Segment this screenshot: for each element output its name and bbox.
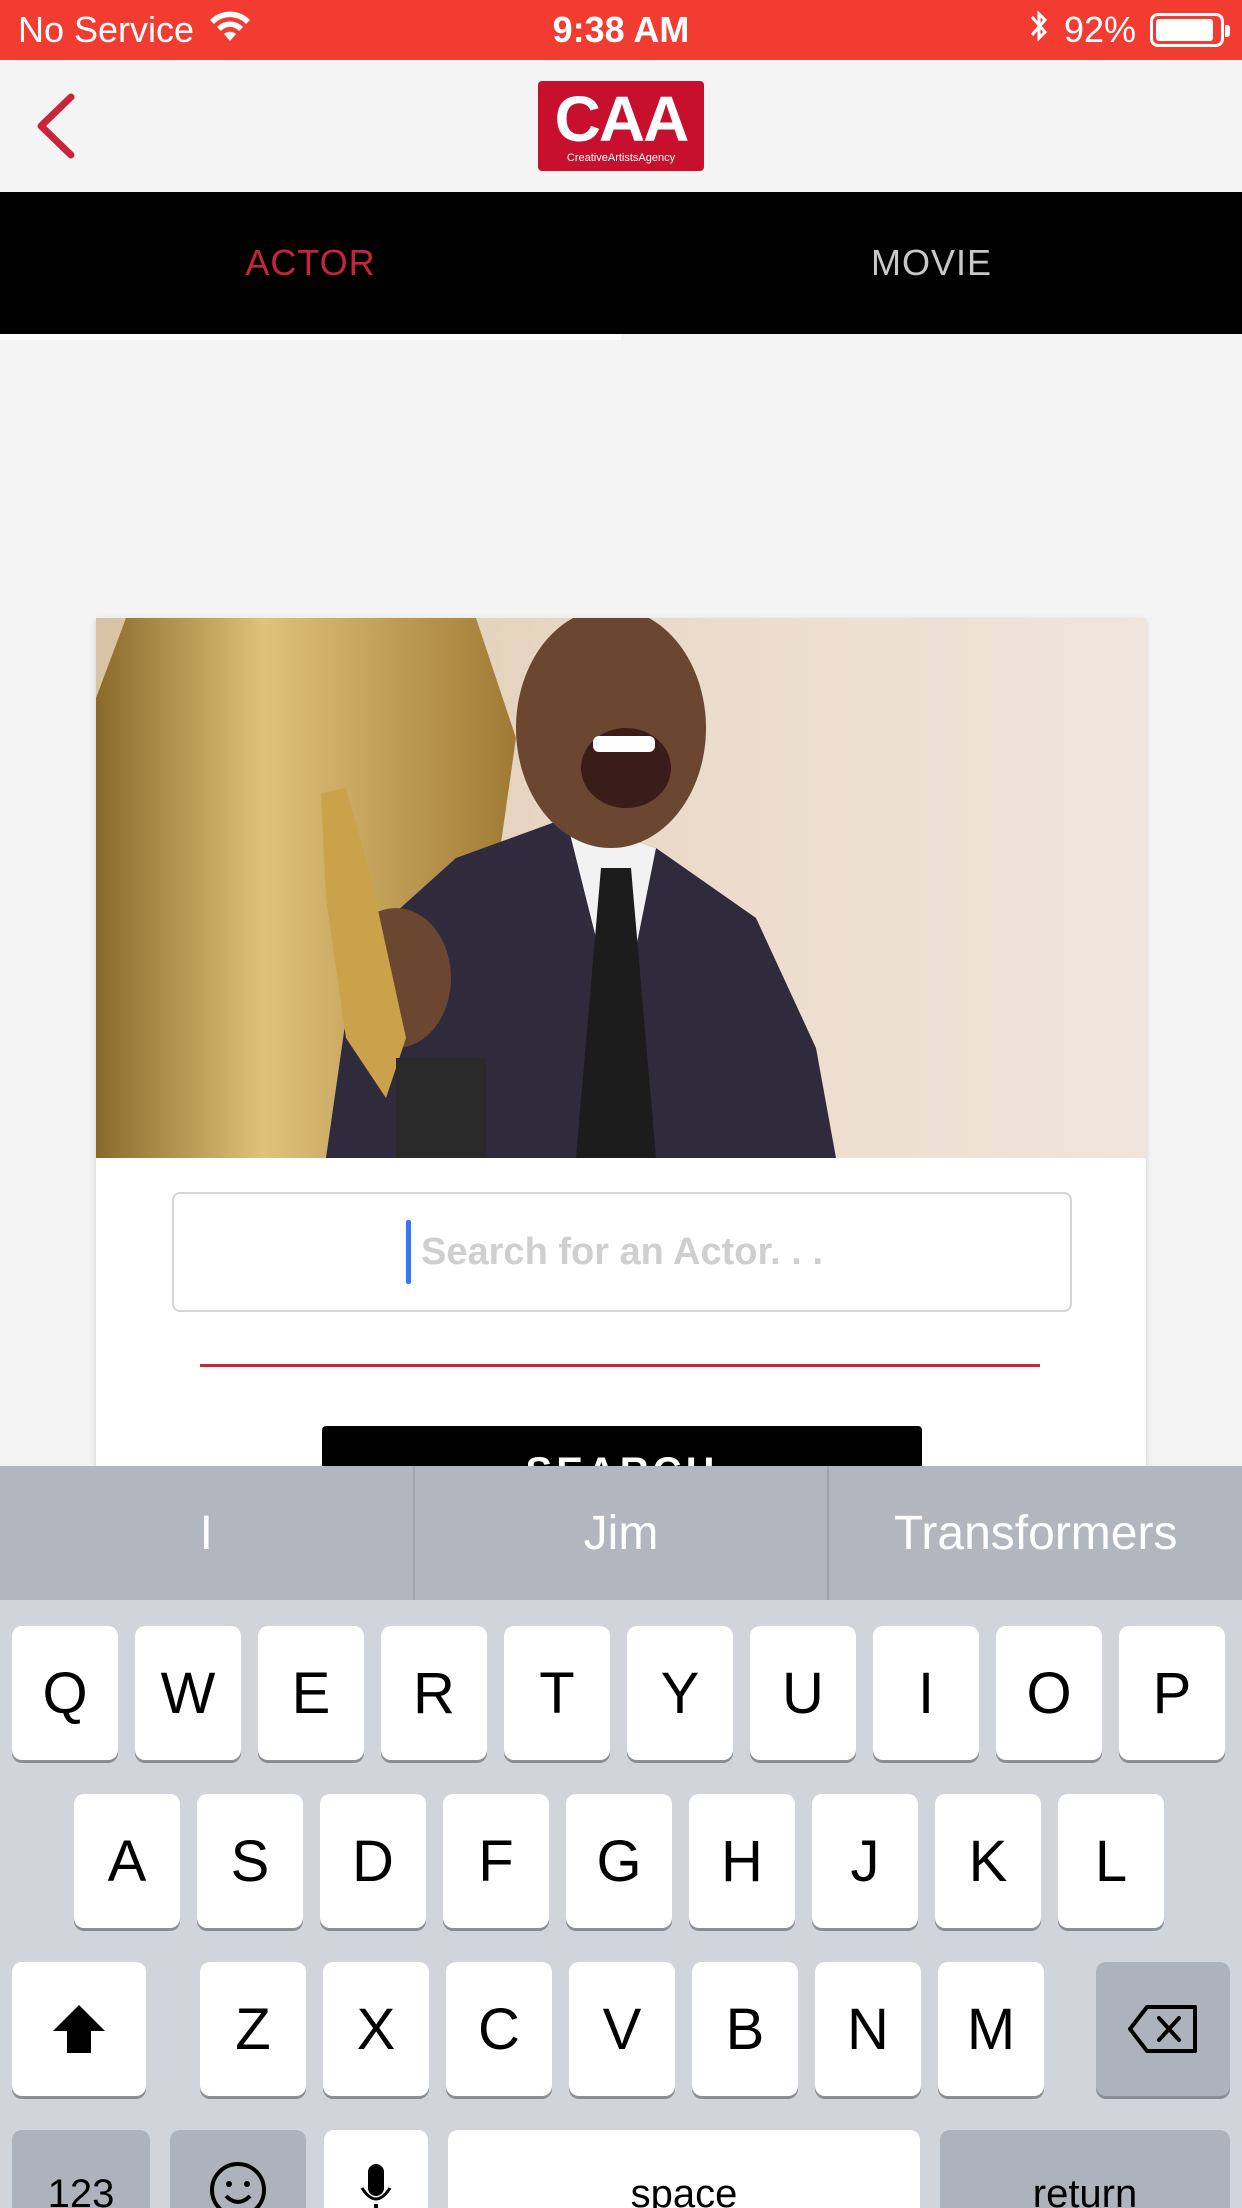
status-right: 92% [1028, 8, 1230, 53]
numbers-key[interactable]: 123 [12, 2130, 150, 2208]
key-h[interactable]: H [689, 1794, 795, 1928]
key-d[interactable]: D [320, 1794, 426, 1928]
active-tab-indicator [0, 334, 621, 340]
onscreen-keyboard: I Jim Transformers QWERTYUIOP ASDFGHJKL … [0, 1466, 1242, 2208]
key-p[interactable]: P [1119, 1626, 1225, 1760]
key-i[interactable]: I [873, 1626, 979, 1760]
tab-movie[interactable]: MOVIE [621, 192, 1242, 334]
battery-fill [1156, 19, 1214, 41]
key-e[interactable]: E [258, 1626, 364, 1760]
actor-search-input[interactable] [174, 1194, 1070, 1310]
search-button[interactable]: SEARCH [322, 1426, 922, 1468]
predictive-suggestions: I Jim Transformers [0, 1466, 1242, 1600]
key-k[interactable]: K [935, 1794, 1041, 1928]
space-key[interactable]: space [448, 2130, 920, 2208]
key-z[interactable]: Z [200, 1962, 306, 2096]
chevron-left-icon [37, 93, 75, 159]
key-v[interactable]: V [569, 1962, 675, 2096]
dictation-key[interactable] [324, 2130, 428, 2208]
key-f[interactable]: F [443, 1794, 549, 1928]
key-s[interactable]: S [197, 1794, 303, 1928]
microphone-icon [360, 2164, 392, 2208]
key-y[interactable]: Y [627, 1626, 733, 1760]
tab-actor[interactable]: ACTOR [0, 192, 621, 334]
keyboard-row-4: 123 space return [0, 2130, 1242, 2208]
back-button[interactable] [20, 88, 90, 164]
keyboard-row-1: QWERTYUIOP [0, 1626, 1242, 1762]
suggestion-item[interactable]: Jim [412, 1466, 828, 1600]
key-r[interactable]: R [381, 1626, 487, 1760]
key-g[interactable]: G [566, 1794, 672, 1928]
shift-key[interactable] [12, 1962, 146, 2096]
emoji-icon [210, 2162, 266, 2208]
bluetooth-icon [1028, 8, 1050, 53]
actor-photo [96, 618, 1146, 1158]
tab-bar: ACTOR MOVIE [0, 192, 1242, 340]
key-o[interactable]: O [996, 1626, 1102, 1760]
search-underline [200, 1364, 1040, 1367]
search-card: SEARCH [96, 618, 1146, 1468]
status-bar: No Service 9:38 AM 92% [0, 0, 1242, 60]
key-x[interactable]: X [323, 1962, 429, 2096]
suggestion-item[interactable]: I [0, 1466, 413, 1600]
logo-subtext: CreativeArtistsAgency [566, 152, 676, 164]
caa-logo: CAA CreativeArtistsAgency [538, 81, 704, 171]
key-b[interactable]: B [692, 1962, 798, 2096]
key-l[interactable]: L [1058, 1794, 1164, 1928]
key-u[interactable]: U [750, 1626, 856, 1760]
key-w[interactable]: W [135, 1626, 241, 1760]
key-q[interactable]: Q [12, 1626, 118, 1760]
key-t[interactable]: T [504, 1626, 610, 1760]
carrier-label: No Service [18, 9, 195, 50]
keyboard-row-2: ASDFGHJKL [0, 1794, 1242, 1930]
keyboard-row-3: ZXCVBNM [0, 1962, 1242, 2098]
status-left: No Service [18, 9, 252, 52]
battery-icon [1150, 13, 1230, 47]
shift-arrow-icon [53, 2005, 105, 2053]
logo-text: CAA [554, 83, 690, 155]
backspace-icon [1128, 2005, 1197, 2053]
key-a[interactable]: A [74, 1794, 180, 1928]
key-n[interactable]: N [815, 1962, 921, 2096]
app-header: CAA CreativeArtistsAgency [0, 60, 1242, 192]
return-key[interactable]: return [940, 2130, 1230, 2208]
key-m[interactable]: M [938, 1962, 1044, 2096]
battery-percent: 92% [1063, 9, 1136, 50]
emoji-key[interactable] [170, 2130, 306, 2208]
key-j[interactable]: J [812, 1794, 918, 1928]
text-cursor [406, 1220, 411, 1284]
key-c[interactable]: C [446, 1962, 552, 2096]
backspace-key[interactable] [1096, 1962, 1230, 2096]
suggestion-item[interactable]: Transformers [827, 1466, 1242, 1600]
search-field-container [172, 1192, 1072, 1312]
wifi-icon [208, 9, 252, 52]
